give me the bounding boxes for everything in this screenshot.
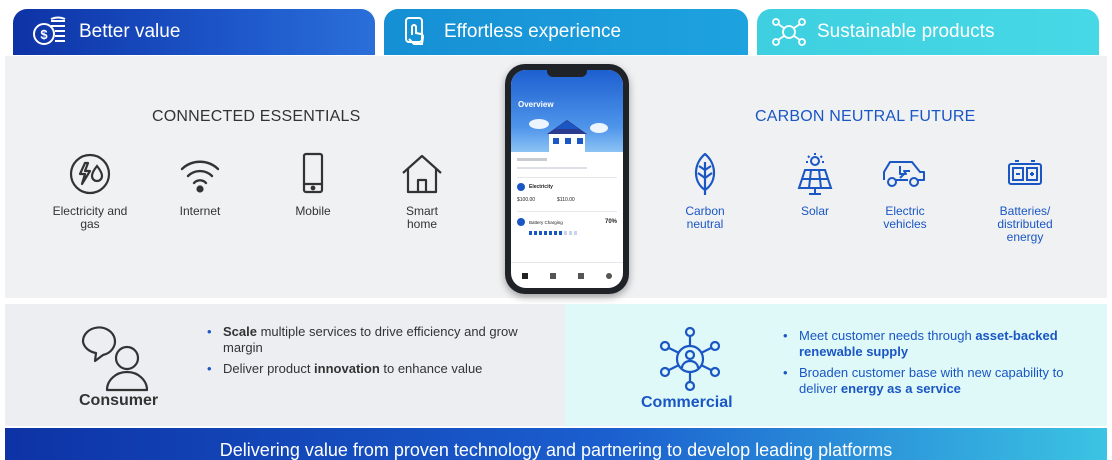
item-label: Electric vehicles: [883, 204, 927, 231]
commercial-label: Commercial: [641, 394, 733, 411]
carbon-neutral-title: CARBON NEUTRAL FUTURE: [755, 108, 976, 125]
internet-item: Internet: [155, 152, 245, 218]
tab-sustainable-products[interactable]: Sustainable products: [757, 9, 1099, 55]
commercial-bullets: Meet customer needs through asset-backed…: [781, 328, 1091, 402]
tab-label: Effortless experience: [444, 21, 622, 42]
item-label: Internet: [179, 204, 221, 218]
item-label: Smart home: [405, 204, 438, 231]
item-label: Mobile: [295, 204, 331, 218]
electricity-dot-icon: [517, 183, 525, 191]
bottom-banner: Delivering value from proven technology …: [5, 428, 1107, 460]
house-solar-illustration: [529, 119, 608, 152]
house-icon: [402, 154, 442, 194]
phone-screen: Overview Electricity $100.00 $110.00 Bat…: [511, 70, 623, 288]
account-label-bar: [517, 158, 547, 161]
electricity-label: Electricity: [529, 184, 553, 190]
coins-icon: $: [31, 12, 71, 52]
tab-better-value[interactable]: $ Better value: [13, 9, 375, 55]
tab-label: Sustainable products: [817, 21, 995, 42]
solar-item: Solar: [770, 152, 860, 218]
phone-mockup: Overview Electricity $100.00 $110.00 Bat…: [505, 64, 629, 294]
mobile-icon: [302, 152, 324, 194]
battery-dot-icon: [517, 218, 525, 226]
consumer-bullet-2: Deliver product innovation to enhance va…: [205, 361, 525, 377]
commercial-bullet-1: Meet customer needs through asset-backed…: [781, 328, 1091, 360]
amount-2: $110.00: [557, 197, 575, 203]
wifi-icon: [180, 160, 220, 193]
tap-icon: [396, 12, 436, 52]
electric-car-icon: [883, 161, 925, 187]
app-nav-bar: [511, 262, 623, 288]
nav-account-icon[interactable]: [606, 272, 612, 279]
consumer-label: Consumer: [79, 392, 159, 409]
consumer-bullet-1: Scale multiple services to drive efficie…: [205, 324, 525, 356]
solar-panel-icon: [797, 153, 833, 195]
nav-home-icon[interactable]: [522, 272, 528, 279]
item-label: Solar: [800, 204, 829, 218]
electricity-gas-item: Electricity and gas: [45, 152, 135, 231]
tab-effortless-experience[interactable]: Effortless experience: [384, 9, 748, 55]
commercial-bullet-2: Broaden customer base with new capabilit…: [781, 365, 1091, 397]
screen-header: Overview: [511, 70, 623, 152]
battery-icon: [1008, 160, 1042, 185]
battery-level-bars: [529, 231, 617, 235]
item-label: Batteries/ distributed energy: [997, 204, 1053, 244]
smart-home-item: Smart home: [377, 152, 467, 231]
electric-vehicles-item: Electric vehicles: [860, 152, 950, 231]
account-sub-bar: [517, 167, 587, 169]
electricity-card: Electricity $100.00 $110.00: [517, 177, 617, 203]
connected-essentials-title: CONNECTED ESSENTIALS: [152, 108, 361, 125]
carbon-neutral-item: Carbon neutral: [660, 152, 750, 231]
mobile-item: Mobile: [268, 152, 358, 218]
consumer-chat-icon: [81, 326, 149, 392]
battery-label: Battery Charging: [529, 219, 563, 225]
battery-card: Battery Charging 70%: [517, 211, 617, 235]
nav-bills-icon[interactable]: [578, 272, 584, 279]
consumer-bullets: Scale multiple services to drive efficie…: [205, 324, 525, 382]
network-icon: [769, 12, 809, 52]
commercial-network-icon: [659, 326, 721, 392]
svg-text:$: $: [40, 27, 48, 42]
consumer-panel: Consumer Scale multiple services to driv…: [5, 304, 565, 426]
screen-title: Overview: [518, 100, 554, 109]
nav-usage-icon[interactable]: [550, 272, 556, 279]
item-label: Electricity and gas: [52, 204, 128, 231]
battery-percent: 70%: [604, 219, 617, 225]
commercial-panel: Commercial Meet customer needs through a…: [565, 304, 1107, 426]
electricity-gas-icon: [69, 153, 111, 195]
batteries-item: Batteries/ distributed energy: [980, 152, 1070, 244]
item-label: Carbon neutral: [685, 204, 725, 231]
leaf-icon: [694, 152, 716, 195]
amount-1: $100.00: [517, 197, 536, 203]
phone-notch: [547, 70, 587, 77]
tab-label: Better value: [79, 21, 181, 42]
